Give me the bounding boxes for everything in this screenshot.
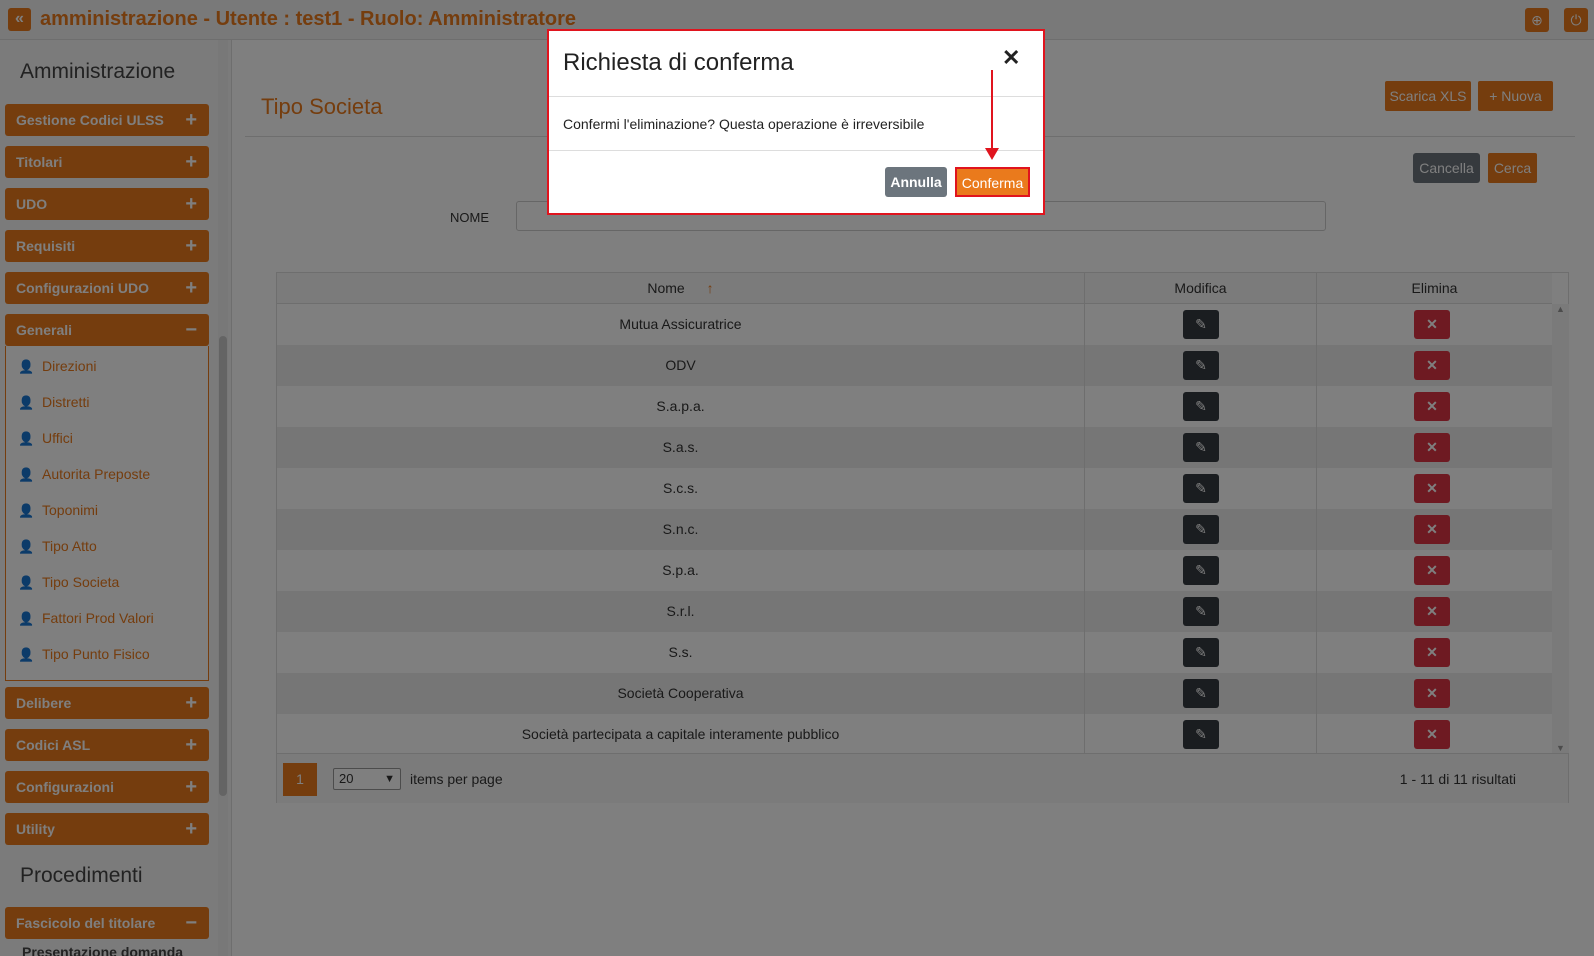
arrow-head-icon [985,148,999,160]
page: « amministrazione - Utente : test1 - Ruo… [0,0,1594,956]
highlight-frame [547,29,1045,215]
arrow-annotation [991,70,993,150]
